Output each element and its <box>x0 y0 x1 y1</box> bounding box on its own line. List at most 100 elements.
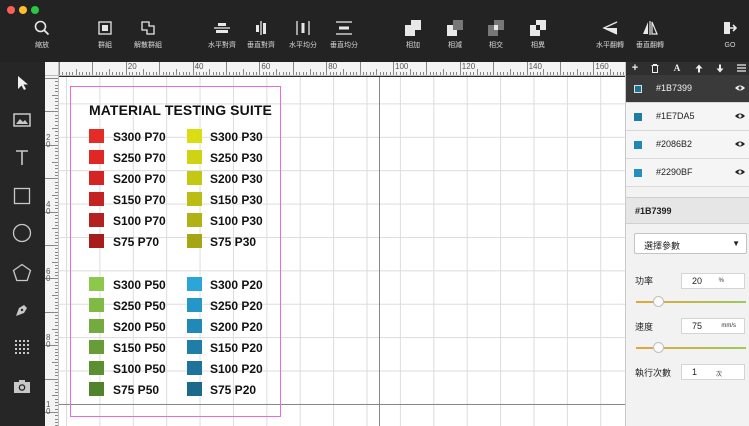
color-swatch[interactable] <box>187 234 202 248</box>
add-layer-icon[interactable]: + <box>628 62 642 75</box>
parameter-select[interactable]: 選擇參數 ▼ <box>634 233 747 254</box>
swatch-label[interactable]: S300 P70 <box>113 130 166 144</box>
layer-row[interactable]: #2290BF <box>626 159 749 187</box>
intersect-button[interactable]: 相交 <box>481 16 511 58</box>
power-input[interactable]: 20 % <box>681 273 745 289</box>
distribute-vertical-button[interactable]: 垂直均分 <box>324 16 364 58</box>
zoom-window-button[interactable] <box>31 6 39 14</box>
color-swatch[interactable] <box>187 382 202 396</box>
group-button[interactable]: 群組 <box>90 16 120 58</box>
polygon-tool[interactable] <box>8 258 36 286</box>
pen-tool[interactable] <box>8 296 36 324</box>
color-swatch[interactable] <box>89 234 104 248</box>
color-swatch[interactable] <box>187 213 202 227</box>
swatch-label[interactable]: S200 P30 <box>210 172 263 186</box>
swatch-label[interactable]: S75 P70 <box>113 235 159 249</box>
power-slider-track[interactable] <box>636 296 746 307</box>
swatch-label[interactable]: S150 P50 <box>113 341 166 355</box>
color-swatch[interactable] <box>89 382 104 396</box>
eye-icon[interactable] <box>734 138 746 150</box>
exclude-button[interactable]: 相異 <box>523 16 553 58</box>
color-swatch[interactable] <box>187 150 202 164</box>
swatch-label[interactable]: S250 P30 <box>210 151 263 165</box>
color-swatch[interactable] <box>89 340 104 354</box>
swatch-label[interactable]: S150 P30 <box>210 193 263 207</box>
swatch-label[interactable]: S300 P50 <box>113 278 166 292</box>
color-swatch[interactable] <box>89 213 104 227</box>
distribute-horizontal-button[interactable]: 水平均分 <box>283 16 323 58</box>
swatch-label[interactable]: S200 P50 <box>113 320 166 334</box>
swatch-label[interactable]: S75 P30 <box>210 235 256 249</box>
eye-icon[interactable] <box>734 166 746 178</box>
eye-icon[interactable] <box>734 82 746 94</box>
speed-slider-track[interactable] <box>636 342 746 353</box>
passes-input[interactable]: 1 次 <box>681 364 745 380</box>
minimize-window-button[interactable] <box>19 6 27 14</box>
ellipse-tool[interactable] <box>8 219 36 247</box>
close-window-button[interactable] <box>7 6 15 14</box>
color-swatch[interactable] <box>187 340 202 354</box>
layer-row[interactable]: #1E7DA5 <box>626 103 749 131</box>
swatch-label[interactable]: S200 P20 <box>210 320 263 334</box>
color-swatch[interactable] <box>89 129 104 143</box>
align-vertical-button[interactable]: 垂直對齊 <box>241 16 281 58</box>
swatch-label[interactable]: S75 P20 <box>210 383 256 397</box>
move-layer-down-icon[interactable] <box>713 62 727 75</box>
text-tool[interactable] <box>8 144 36 172</box>
color-swatch[interactable] <box>187 129 202 143</box>
layer-row[interactable]: #1B7399 <box>626 75 749 103</box>
rectangle-tool[interactable] <box>8 182 36 210</box>
array-tool[interactable] <box>8 333 36 361</box>
swatch-label[interactable]: S150 P20 <box>210 341 263 355</box>
color-swatch[interactable] <box>89 150 104 164</box>
text-style-icon[interactable]: A <box>670 62 684 75</box>
camera-tool[interactable] <box>8 372 36 400</box>
zoom-tool-button[interactable]: 縮放 <box>24 16 60 58</box>
speed-slider-knob[interactable] <box>653 342 664 353</box>
design-canvas[interactable]: MATERIAL TESTING SUITE S300 P70 S250 P70 S… <box>59 77 625 426</box>
union-button[interactable]: 相加 <box>398 16 428 58</box>
layer-row[interactable]: #2086B2 <box>626 131 749 159</box>
color-swatch[interactable] <box>187 298 202 312</box>
color-swatch[interactable] <box>89 192 104 206</box>
swatch-label[interactable]: S250 P70 <box>113 151 166 165</box>
color-swatch[interactable] <box>187 319 202 333</box>
select-tool[interactable] <box>8 69 36 97</box>
swatch-label[interactable]: S200 P70 <box>113 172 166 186</box>
speed-input[interactable]: 75 mm/s <box>681 318 745 334</box>
eye-icon[interactable] <box>734 110 746 122</box>
color-swatch[interactable] <box>89 361 104 375</box>
flip-vertical-button[interactable]: 垂直翻轉 <box>630 16 670 58</box>
color-swatch[interactable] <box>187 277 202 291</box>
power-slider-knob[interactable] <box>653 296 664 307</box>
go-button[interactable]: GO <box>716 16 744 58</box>
ruler-tick <box>55 221 58 223</box>
swatch-label[interactable]: S100 P20 <box>210 362 263 376</box>
swatch-label[interactable]: S150 P70 <box>113 193 166 207</box>
color-swatch[interactable] <box>89 298 104 312</box>
color-swatch[interactable] <box>89 319 104 333</box>
swatch-label[interactable]: S250 P50 <box>113 299 166 313</box>
layers-menu-icon[interactable] <box>734 62 748 75</box>
swatch-label[interactable]: S100 P50 <box>113 362 166 376</box>
move-layer-up-icon[interactable] <box>692 62 706 75</box>
swatch-label[interactable]: S100 P30 <box>210 214 263 228</box>
color-swatch[interactable] <box>187 361 202 375</box>
color-swatch[interactable] <box>187 171 202 185</box>
swatch-label[interactable]: S100 P70 <box>113 214 166 228</box>
image-tool[interactable] <box>8 106 36 134</box>
swatch-label[interactable]: S300 P20 <box>210 278 263 292</box>
color-swatch[interactable] <box>89 171 104 185</box>
swatch-label[interactable]: S75 P50 <box>113 383 159 397</box>
trash-icon[interactable] <box>648 62 662 75</box>
swatch-label[interactable]: S300 P30 <box>210 130 263 144</box>
ungroup-button[interactable]: 解散群組 <box>128 16 168 58</box>
ungroup-label: 解散群組 <box>134 42 162 49</box>
swatch-label[interactable]: S250 P20 <box>210 299 263 313</box>
flip-horizontal-button[interactable]: 水平翻轉 <box>590 16 630 58</box>
align-horizontal-button[interactable]: 水平對齊 <box>202 16 242 58</box>
subtract-button[interactable]: 相減 <box>440 16 470 58</box>
color-swatch[interactable] <box>89 277 104 291</box>
color-swatch[interactable] <box>187 192 202 206</box>
artboard-title[interactable]: MATERIAL TESTING SUITE <box>89 102 272 118</box>
